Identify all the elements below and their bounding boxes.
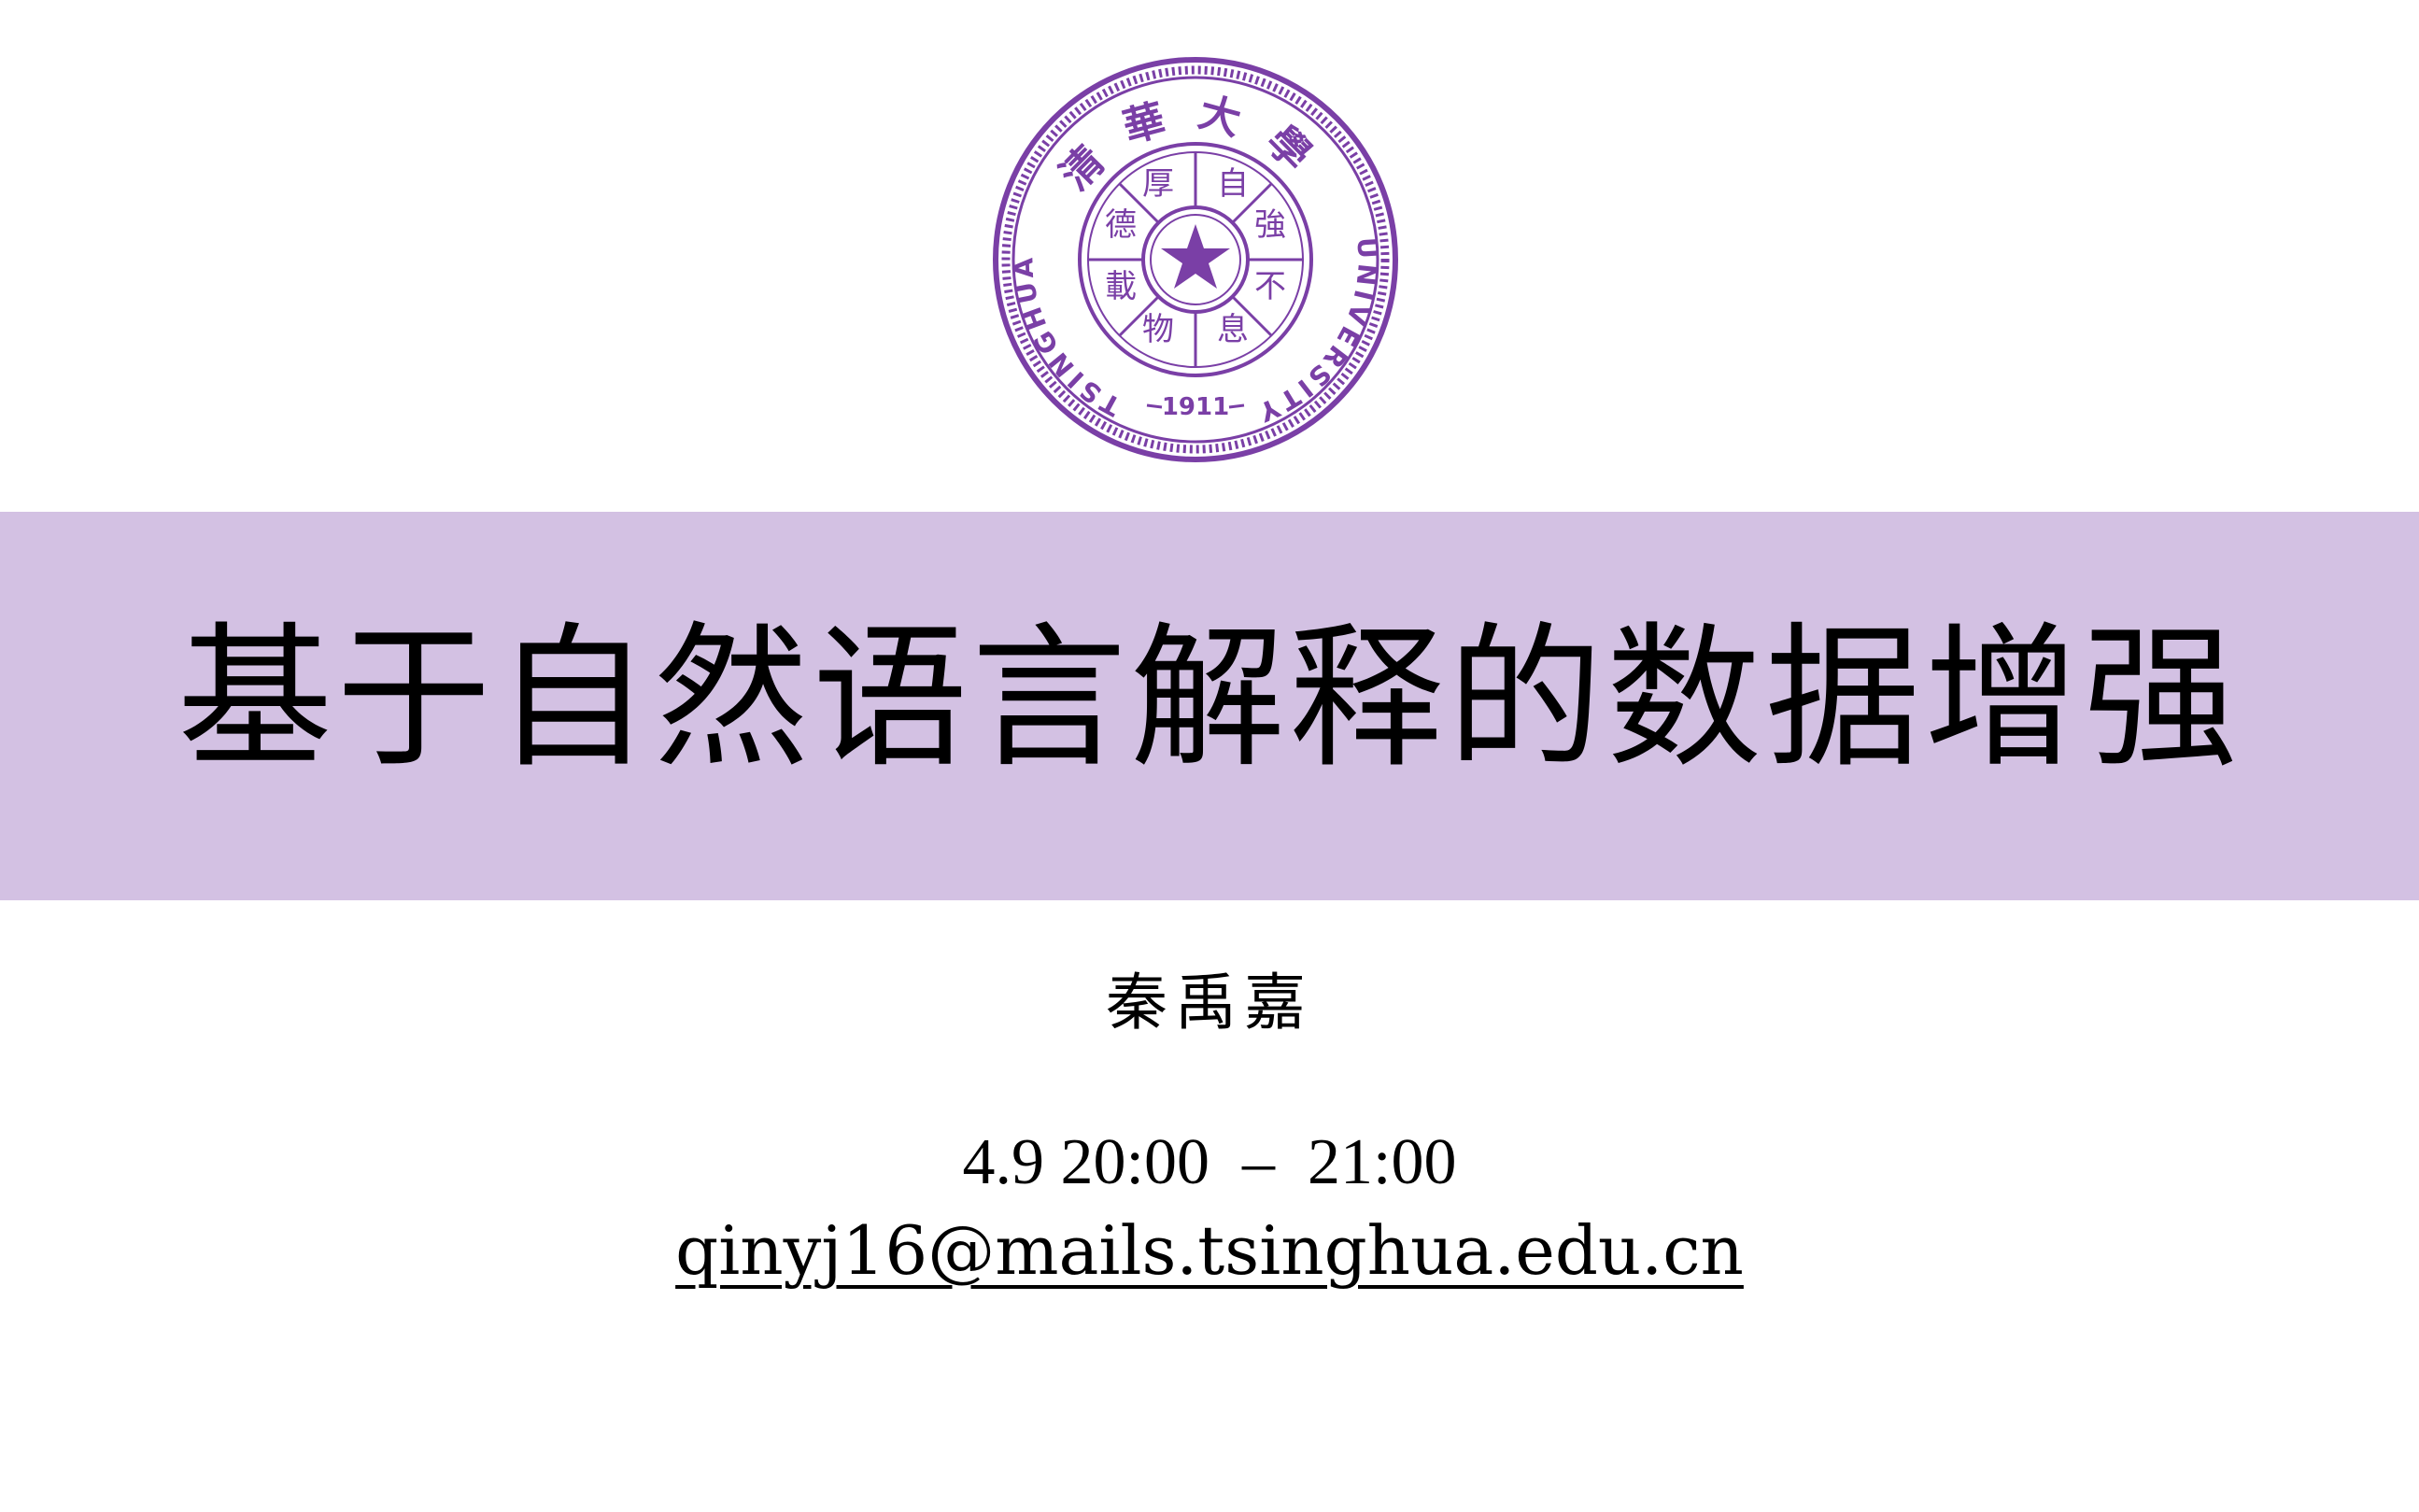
seal-char: 載 (1105, 268, 1137, 305)
seal-char: 德 (1105, 206, 1137, 244)
author-name: 秦禹嘉 (1106, 967, 1313, 1039)
seal-char: 自 (1217, 165, 1249, 203)
tsinghua-seal-logo: 自 強 不 息 厚 德 載 物 清華大學 TSINGHUA UNIVERSITY… (993, 57, 1398, 462)
email-link[interactable]: qinyj16@mails.tsinghua.edu.cn (675, 1211, 1744, 1290)
seal-char: 物 (1142, 311, 1174, 348)
title-slide: 自 強 不 息 厚 德 載 物 清華大學 TSINGHUA UNIVERSITY… (0, 0, 2419, 1512)
seal-char: 不 (1254, 268, 1286, 305)
seal-char: 厚 (1142, 165, 1174, 203)
email-line: qinyj16@mails.tsinghua.edu.cn (0, 1210, 2419, 1291)
title-band: 基于自然语言解释的数据增强 (0, 512, 2419, 900)
seal-year: 1911 (1162, 393, 1229, 421)
session-time: 4.9 20:00 – 21:00 (962, 1126, 1457, 1198)
slide-title: 基于自然语言解释的数据增强 (177, 609, 2242, 789)
star-icon (1161, 224, 1230, 289)
seal-char: 強 (1254, 206, 1286, 244)
seal-char: 息 (1217, 311, 1249, 348)
